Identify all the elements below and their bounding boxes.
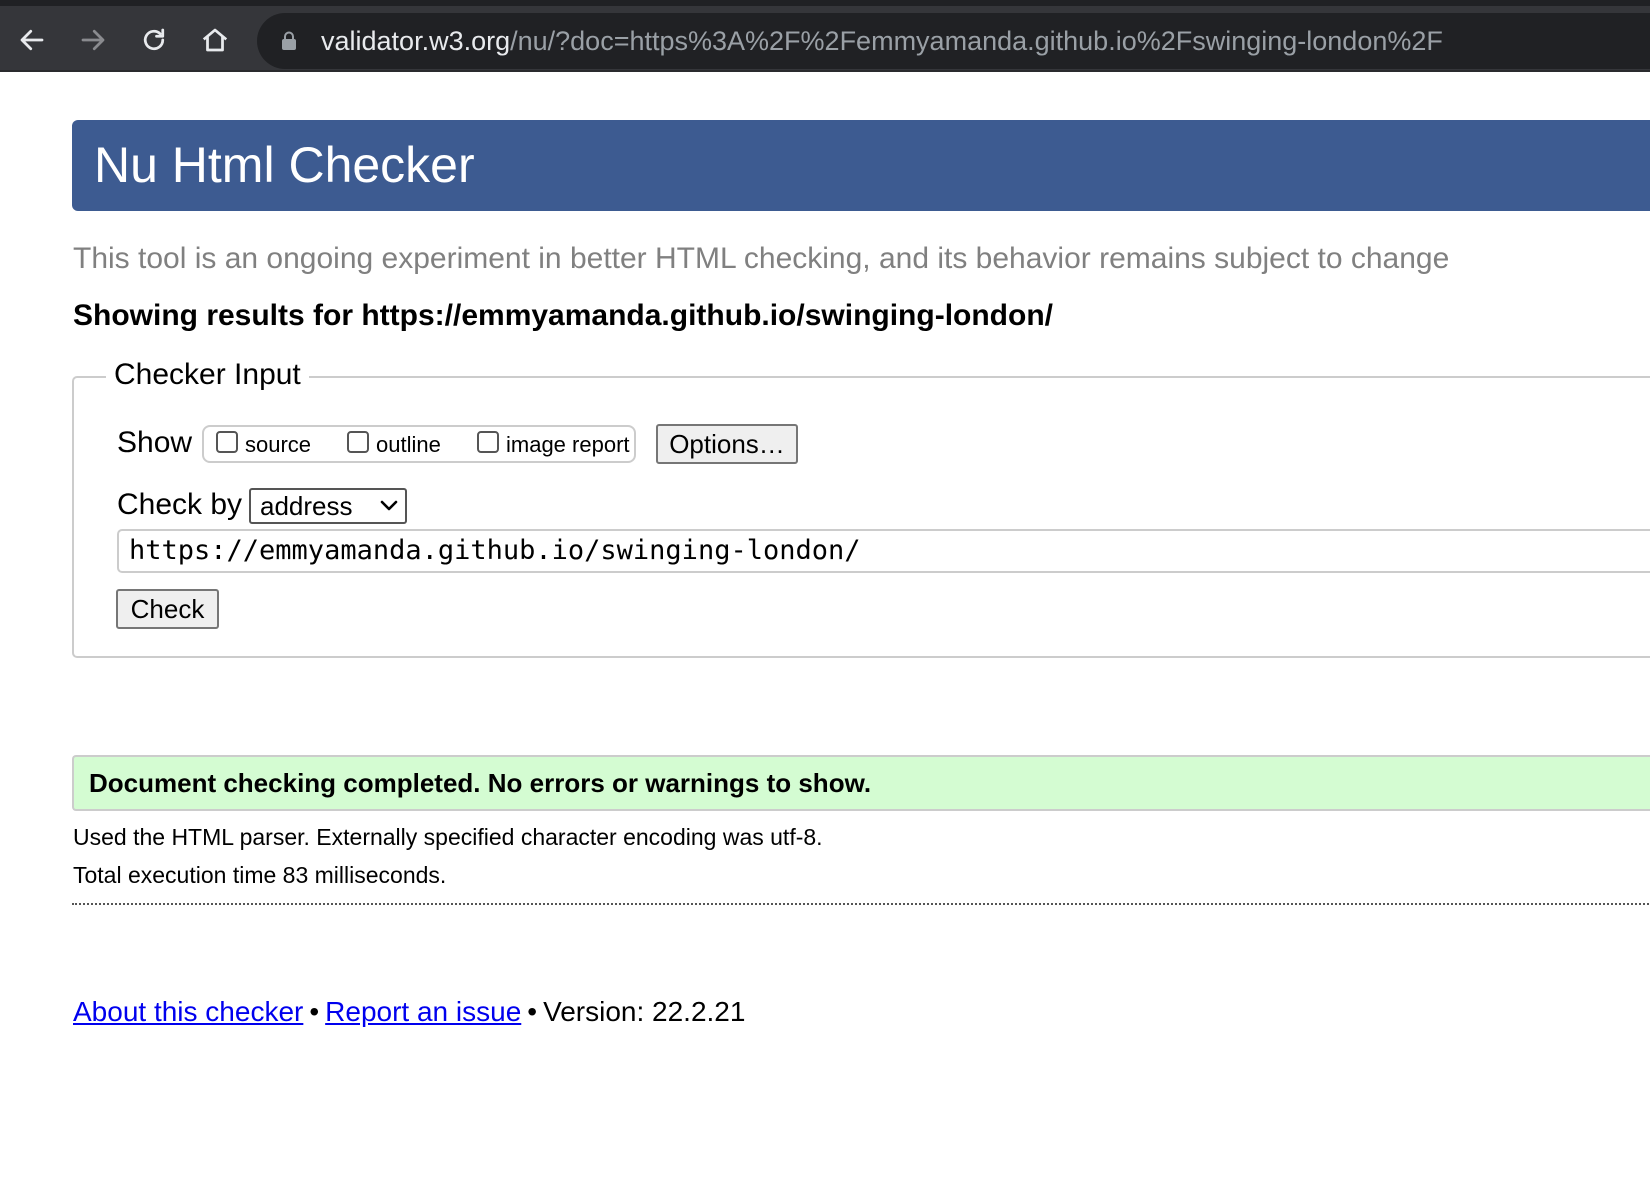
showing-results-heading: Showing results for https://emmyamanda.g…	[73, 299, 1053, 332]
result-success-box: Document checking completed. No errors o…	[72, 755, 1650, 811]
show-options-group: source outline image report	[202, 425, 636, 463]
reload-button[interactable]	[134, 20, 174, 60]
report-issue-link[interactable]: Report an issue	[325, 996, 521, 1027]
version-text: Version: 22.2.21	[543, 996, 746, 1027]
footer: About this checker • Report an issue • Versi…	[73, 996, 745, 1028]
image-report-checkbox[interactable]: image report	[477, 427, 630, 463]
options-button[interactable]: Options…	[656, 424, 798, 464]
outline-checkbox-label: outline	[376, 432, 441, 457]
back-button[interactable]	[12, 20, 52, 60]
address-bar[interactable]: validator.w3.org/nu/?doc=https%3A%2F%2Fe…	[257, 13, 1650, 69]
check-by-select[interactable]: address	[249, 488, 407, 524]
home-icon	[200, 25, 230, 55]
checker-input-legend: Checker Input	[106, 358, 309, 392]
check-by-select-value: address	[260, 491, 353, 521]
footer-separator: •	[309, 996, 320, 1027]
arrow-right-icon	[78, 25, 108, 55]
browser-toolbar: validator.w3.org/nu/?doc=https%3A%2F%2Fe…	[0, 0, 1650, 72]
footer-separator: •	[527, 996, 538, 1027]
address-bar-url: validator.w3.org/nu/?doc=https%3A%2F%2Fe…	[321, 13, 1443, 69]
checkbox-box[interactable]	[216, 431, 238, 453]
home-button[interactable]	[195, 20, 235, 60]
chevron-down-icon	[379, 498, 399, 519]
checkbox-box[interactable]	[477, 431, 499, 453]
result-message: Document checking completed. No errors o…	[89, 768, 872, 798]
forward-button[interactable]	[73, 20, 113, 60]
url-host: validator.w3.org	[321, 26, 511, 56]
parser-info: Used the HTML parser. Externally specifi…	[73, 824, 823, 850]
header-banner: Nu Html Checker	[72, 120, 1650, 211]
show-label: Show	[117, 426, 193, 459]
check-button[interactable]: Check	[116, 589, 219, 629]
source-checkbox-label: source	[245, 432, 312, 457]
page-subtitle: This tool is an ongoing experiment in be…	[73, 242, 1450, 275]
page-title: Nu Html Checker	[94, 137, 475, 193]
address-input[interactable]: https://emmyamanda.github.io/swinging-lo…	[117, 529, 1650, 573]
about-checker-link[interactable]: About this checker	[73, 996, 303, 1027]
address-input-value: https://emmyamanda.github.io/swinging-lo…	[129, 535, 861, 566]
dotted-divider	[72, 903, 1650, 905]
outline-checkbox[interactable]: outline	[347, 427, 441, 463]
lock-icon	[281, 31, 297, 56]
arrow-left-icon	[17, 25, 47, 55]
reload-icon	[139, 25, 169, 55]
image-report-checkbox-label: image report	[506, 432, 630, 457]
checkbox-box[interactable]	[347, 431, 369, 453]
check-by-label: Check by	[117, 488, 243, 521]
execution-time: Total execution time 83 milliseconds.	[73, 862, 447, 888]
url-path: /nu/?doc=https%3A%2F%2Femmyamanda.github…	[510, 26, 1443, 56]
source-checkbox[interactable]: source	[216, 427, 311, 463]
